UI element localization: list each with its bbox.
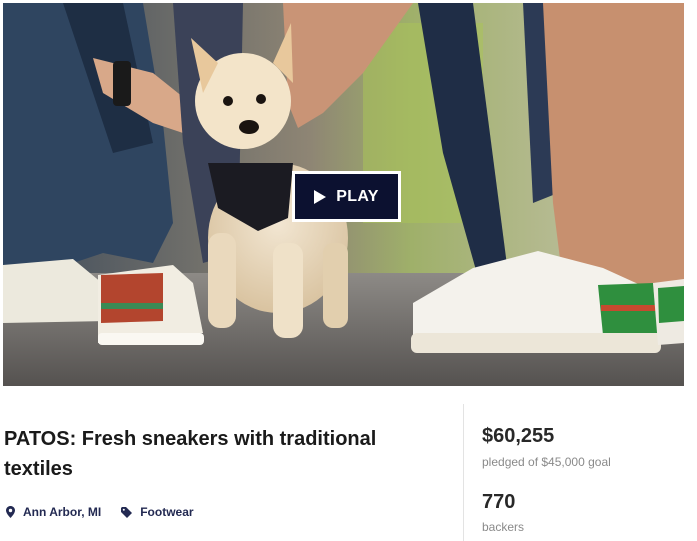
play-label: PLAY	[336, 187, 379, 205]
play-video-button[interactable]: PLAY	[292, 171, 401, 222]
pledged-goal-label: pledged of $45,000 goal	[482, 455, 611, 469]
pledged-amount: $60,255	[482, 425, 555, 447]
backers-count: 770	[482, 491, 516, 513]
location-link[interactable]: Ann Arbor, MI	[6, 505, 101, 519]
location-label: Ann Arbor, MI	[23, 505, 102, 519]
video-thumbnail[interactable]: PLAY	[3, 3, 684, 386]
tag-icon	[121, 506, 133, 518]
project-meta: Ann Arbor, MI Footwear	[6, 505, 194, 519]
category-link[interactable]: Footwear	[121, 505, 194, 519]
category-label: Footwear	[140, 505, 194, 519]
vertical-divider	[463, 404, 464, 541]
backers-label: backers	[482, 520, 525, 534]
map-pin-icon	[6, 506, 15, 518]
project-title: PATOS: Fresh sneakers with traditional t…	[4, 428, 377, 480]
play-triangle-icon	[314, 189, 327, 204]
